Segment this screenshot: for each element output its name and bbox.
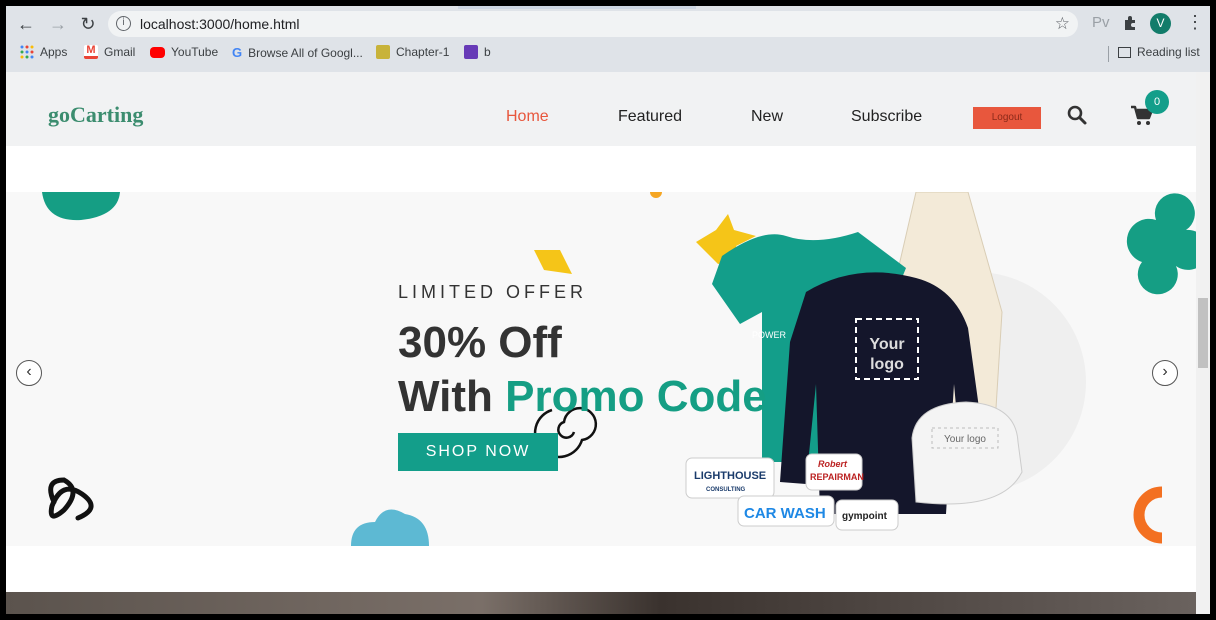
nav-home[interactable]: Home <box>506 108 549 126</box>
headline-accent: Promo Code <box>505 372 767 421</box>
sticker-repairman: REPAIRMAN <box>810 472 864 482</box>
search-icon[interactable] <box>1066 104 1088 126</box>
carousel-next-button[interactable]: › <box>1152 360 1178 386</box>
offer-eyebrow: LIMITED OFFER <box>398 282 588 302</box>
teal-blob-shape <box>42 192 120 221</box>
gmail-icon: M <box>84 45 98 59</box>
nav-featured[interactable]: Featured <box>618 108 682 126</box>
nav-new[interactable]: New <box>751 108 783 126</box>
bookmarks-divider <box>1108 46 1109 62</box>
teal-flower-shape <box>1126 193 1196 295</box>
offer-headline: 30% Off With Promo Code <box>398 316 767 424</box>
url-text: localhost:3000/home.html <box>140 16 300 32</box>
cart-count-badge: 0 <box>1145 90 1169 114</box>
profile-avatar[interactable]: V <box>1150 13 1171 34</box>
scrollbar-thumb[interactable] <box>1198 298 1208 368</box>
hero-carousel: POWER Your logo Your logo LIGHTHOUSE CON… <box>6 192 1196 546</box>
forward-icon[interactable]: → <box>48 14 68 34</box>
sweatshirt-logo-line1: Your <box>869 336 904 353</box>
orange-dot-shape <box>650 192 662 198</box>
bookmark-google[interactable]: G Browse All of Googl... <box>232 45 363 60</box>
reading-list-button[interactable]: Reading list <box>1118 45 1200 59</box>
back-icon[interactable]: ← <box>16 14 36 34</box>
blue-cloud-shape <box>351 509 429 546</box>
bookmark-chapter-1[interactable]: Chapter-1 <box>376 45 449 59</box>
bookmarks-bar: Apps M Gmail YouTube G Browse All of Goo… <box>6 42 1210 66</box>
bookmark-gmail[interactable]: M Gmail <box>84 45 135 59</box>
active-tab-indicator <box>458 6 696 9</box>
sticker-car-wash: CAR WASH <box>744 505 826 522</box>
bookmark-label: Apps <box>40 45 68 59</box>
bookmark-b[interactable]: b <box>464 45 491 59</box>
bookmark-label: Browse All of Googl... <box>248 45 363 60</box>
youtube-icon <box>150 46 165 58</box>
sticker-consulting: CONSULTING <box>706 487 746 493</box>
sweatshirt-logo-line2: logo <box>870 356 904 373</box>
apps-grid-icon <box>20 45 34 59</box>
next-section-preview <box>6 592 1196 614</box>
bookmark-apps[interactable]: Apps <box>20 45 67 59</box>
shop-now-button[interactable]: SHOP NOW <box>398 433 558 471</box>
extension-pv-icon[interactable]: Pv <box>1092 14 1110 31</box>
site-header: goCarting Home Featured New Subscribe Lo… <box>6 72 1196 146</box>
reading-list-label: Reading list <box>1137 45 1200 59</box>
bookmark-star-icon[interactable]: ☆ <box>1055 14 1070 34</box>
google-icon: G <box>232 45 243 60</box>
headline-line1: 30% Off <box>398 318 562 367</box>
classroom-icon <box>376 45 390 59</box>
browser-menu-icon[interactable]: ⋮ <box>1186 12 1204 33</box>
browser-window: ← → ↻ i localhost:3000/home.html ☆ Pv V … <box>6 6 1210 614</box>
cap-logo-text: Your logo <box>944 434 986 445</box>
nav-subscribe[interactable]: Subscribe <box>851 108 922 126</box>
bookmark-label: YouTube <box>171 45 219 59</box>
bookmark-youtube[interactable]: YouTube <box>150 45 218 59</box>
browser-chrome: ← → ↻ i localhost:3000/home.html ☆ Pv V … <box>6 6 1210 72</box>
site-logo[interactable]: goCarting <box>48 102 143 128</box>
bookmark-label: b <box>484 45 491 59</box>
page-scrollbar[interactable] <box>1196 72 1210 614</box>
orange-arc-shape <box>1133 486 1163 544</box>
sticker-lighthouse: LIGHTHOUSE <box>694 470 766 482</box>
headline-line2: With Promo Code <box>398 370 767 424</box>
bookmark-label: Gmail <box>104 45 136 59</box>
site-info-icon[interactable]: i <box>116 16 131 31</box>
reload-icon[interactable]: ↻ <box>78 14 98 34</box>
yellow-bolt-shape <box>534 250 572 274</box>
black-squiggle-shape <box>48 477 94 521</box>
headline-line2-prefix: With <box>398 372 506 421</box>
carousel-prev-button[interactable]: ‹ <box>16 360 42 386</box>
sticker-robert: Robert <box>818 459 848 469</box>
logout-button[interactable]: Logout <box>973 107 1041 129</box>
extensions-puzzle-icon[interactable] <box>1122 15 1138 31</box>
address-bar[interactable]: i localhost:3000/home.html ☆ <box>108 11 1078 37</box>
forms-icon <box>464 45 478 59</box>
reading-list-icon <box>1118 46 1131 58</box>
bookmark-label: Chapter-1 <box>396 45 450 59</box>
sticker-gympoint: gympoint <box>842 511 888 522</box>
